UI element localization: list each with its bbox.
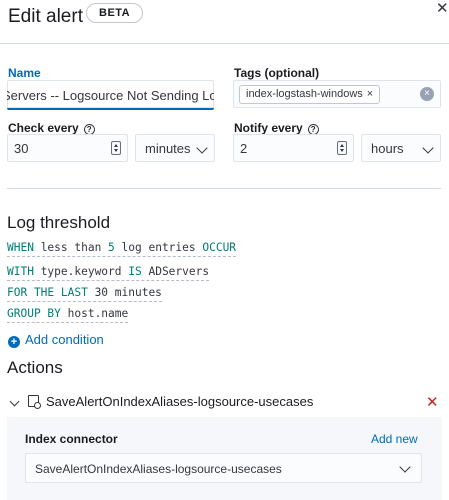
- chevron-down-icon: [399, 461, 411, 473]
- check-every-label: Check every?: [8, 121, 95, 135]
- keyword: WITH: [7, 265, 34, 278]
- expression-text: log entries: [114, 241, 203, 254]
- keyword: WHEN: [7, 241, 34, 254]
- notify-every-unit: hours: [371, 141, 404, 156]
- notify-every-label: Notify every?: [234, 121, 319, 135]
- threshold-value: 5: [108, 241, 115, 254]
- log-threshold-title: Log threshold: [7, 213, 111, 232]
- tag-remove-icon[interactable]: ×: [367, 88, 373, 100]
- chevron-down-icon: [422, 142, 434, 154]
- name-label: Name: [8, 66, 41, 80]
- expression-text: ADServers: [141, 265, 210, 278]
- chevron-down-icon: [196, 142, 208, 154]
- beta-badge: BETA: [86, 3, 144, 23]
- check-every-number-input[interactable]: 30: [7, 134, 128, 162]
- notify-every-unit-select[interactable]: hours: [361, 134, 441, 162]
- add-new-connector-link[interactable]: Add new: [371, 432, 418, 446]
- add-condition-label: Add condition: [25, 332, 104, 347]
- expression-text: host.name: [60, 307, 129, 320]
- expression-group-by[interactable]: GROUP BY host.name: [7, 307, 129, 323]
- expression-text: type.keyword: [33, 265, 129, 278]
- expression-with[interactable]: WITH type.keyword IS ADServers: [7, 265, 210, 281]
- connector-select[interactable]: SaveAlertOnIndexAliases-logsource-usecas…: [25, 453, 422, 483]
- check-every-label-text: Check every: [8, 121, 79, 135]
- action-panel: Index connector Add new SaveAlertOnIndex…: [7, 417, 442, 500]
- check-every-unit: minutes: [145, 141, 191, 156]
- number-stepper-icon[interactable]: [337, 141, 347, 155]
- action-item-name[interactable]: SaveAlertOnIndexAliases-logsource-usecas…: [46, 394, 313, 409]
- close-icon[interactable]: ✕: [436, 0, 449, 17]
- keyword: IS: [128, 265, 142, 278]
- flyout-header: Edit alert BETA ✕: [0, 0, 449, 44]
- check-every-value: 30: [14, 141, 29, 156]
- keyword: OCCUR: [202, 241, 237, 254]
- delete-action-icon[interactable]: ✕: [426, 393, 439, 411]
- index-connector-icon: [28, 395, 41, 409]
- expression-for-the-last[interactable]: FOR THE LAST 30 minutes: [7, 286, 162, 302]
- tags-label: Tags (optional): [234, 66, 320, 80]
- check-every-unit-select[interactable]: minutes: [135, 134, 215, 162]
- expression-text: less than: [33, 241, 109, 254]
- keyword: GROUP BY: [7, 307, 61, 320]
- name-input[interactable]: Servers -- Logsource Not Sending Logs: [7, 80, 214, 110]
- divider: [7, 188, 441, 189]
- connector-select-value: SaveAlertOnIndexAliases-logsource-usecas…: [35, 462, 282, 476]
- index-connector-label: Index connector: [25, 432, 118, 446]
- tag-pill: index-logstash-windows ×: [239, 85, 381, 104]
- page-title: Edit alert: [8, 6, 83, 27]
- chevron-down-icon[interactable]: [9, 396, 20, 407]
- tags-combobox[interactable]: index-logstash-windows × ×: [233, 80, 441, 108]
- clear-tags-icon[interactable]: ×: [420, 87, 434, 101]
- notify-every-label-text: Notify every: [234, 121, 303, 135]
- actions-title: Actions: [7, 358, 63, 377]
- plus-circle-icon: +: [8, 336, 20, 348]
- number-stepper-icon[interactable]: [111, 141, 121, 155]
- notify-every-value: 2: [240, 141, 248, 156]
- expression-when[interactable]: WHEN less than 5 log entries OCCUR: [7, 241, 237, 257]
- keyword: FOR THE LAST: [7, 286, 88, 299]
- name-input-value: Servers -- Logsource Not Sending Logs: [7, 88, 214, 103]
- notify-every-number-input[interactable]: 2: [233, 134, 354, 162]
- tag-pill-label: index-logstash-windows: [246, 88, 363, 100]
- add-condition-button[interactable]: + Add condition: [8, 332, 104, 348]
- expression-text: 30 minutes: [87, 286, 162, 299]
